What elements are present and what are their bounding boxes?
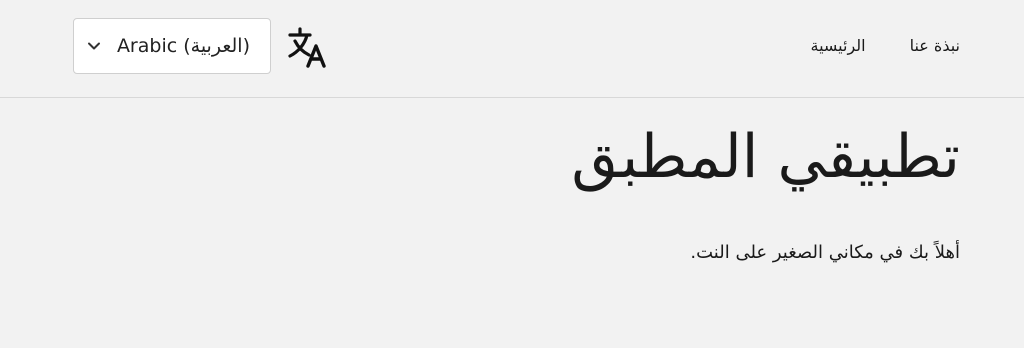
nav-link-about[interactable]: نبذة عنا <box>910 30 960 62</box>
main-nav: الرئيسية نبذة عنا <box>810 30 960 62</box>
language-select[interactable]: Arabic (العربية) <box>73 18 271 74</box>
welcome-text: أهلاً بك في مكاني الصغير على النت. <box>690 242 960 263</box>
site-header: Arabic (العربية) الرئيسية نبذة عنا <box>0 0 1024 98</box>
chevron-down-icon <box>88 42 100 50</box>
translate-icon <box>288 27 326 68</box>
nav-link-home[interactable]: الرئيسية <box>810 30 865 62</box>
page: Arabic (العربية) الرئيسية نبذة عنا تطبيق… <box>0 0 1024 348</box>
page-title: تطبيقي المطبق <box>571 122 960 192</box>
language-select-value: Arabic (العربية) <box>116 35 250 57</box>
